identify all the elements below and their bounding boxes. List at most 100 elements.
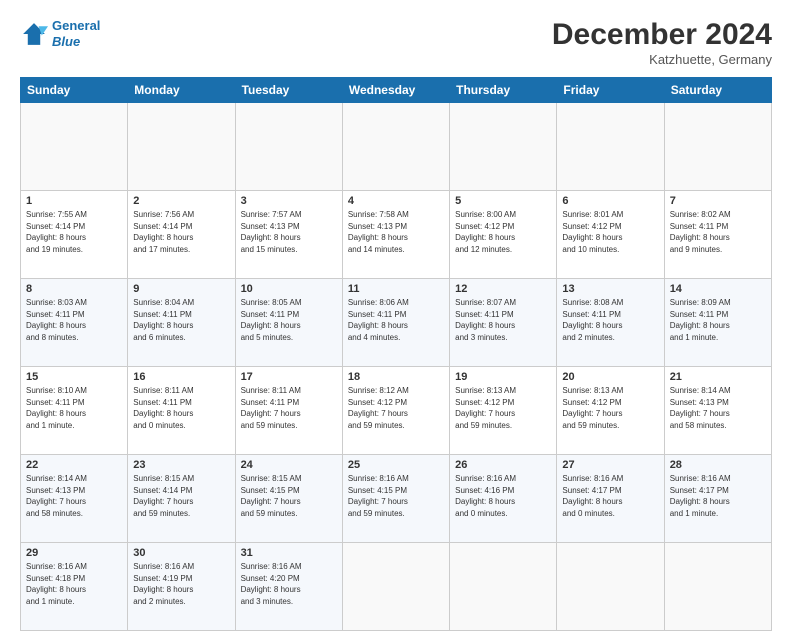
day-number: 13: [562, 283, 658, 295]
day-info: Sunrise: 8:03 AM Sunset: 4:11 PM Dayligh…: [26, 297, 122, 343]
table-row: [342, 103, 449, 191]
table-row: 25 Sunrise: 8:16 AM Sunset: 4:15 PM Dayli…: [342, 455, 449, 543]
table-row: 31Sunrise: 8:16 AM Sunset: 4:20 PM Dayli…: [235, 543, 342, 631]
header-monday: Monday: [128, 78, 235, 103]
table-row: 19Sunrise: 8:13 AM Sunset: 4:12 PM Dayli…: [450, 367, 557, 455]
day-number: 2: [133, 195, 229, 207]
day-info: Sunrise: 8:14 AM Sunset: 4:13 PM Dayligh…: [26, 473, 122, 519]
day-number: 19: [455, 371, 551, 383]
table-row: 26 Sunrise: 8:16 AM Sunset: 4:16 PM Dayli…: [450, 455, 557, 543]
day-number: 27: [562, 459, 658, 471]
day-info: Sunrise: 8:04 AM Sunset: 4:11 PM Dayligh…: [133, 297, 229, 343]
day-number: 21: [670, 371, 766, 383]
day-number: 28: [670, 459, 766, 471]
day-number: 24: [241, 459, 337, 471]
table-row: 4Sunrise: 7:58 AM Sunset: 4:13 PM Daylig…: [342, 191, 449, 279]
table-row: 22 Sunrise: 8:14 AM Sunset: 4:13 PM Dayli…: [21, 455, 128, 543]
table-row: 17 Sunrise: 8:11 AM Sunset: 4:11 PM Dayli…: [235, 367, 342, 455]
table-row: [235, 103, 342, 191]
day-number: 1: [26, 195, 122, 207]
day-info: Sunrise: 8:08 AM Sunset: 4:11 PM Dayligh…: [562, 297, 658, 343]
table-row: 2 Sunrise: 7:56 AM Sunset: 4:14 PM Daylig…: [128, 191, 235, 279]
calendar-week-row: 15 Sunrise: 8:10 AM Sunset: 4:11 PM Dayli…: [21, 367, 772, 455]
day-info: Sunrise: 8:05 AM Sunset: 4:11 PM Dayligh…: [241, 297, 337, 343]
table-row: 21 Sunrise: 8:14 AM Sunset: 4:13 PM Dayli…: [664, 367, 771, 455]
day-info: Sunrise: 8:15 AM Sunset: 4:15 PM Dayligh…: [241, 473, 337, 519]
table-row: 16Sunrise: 8:11 AM Sunset: 4:11 PM Dayli…: [128, 367, 235, 455]
day-info: Sunrise: 8:11 AM Sunset: 4:11 PM Dayligh…: [133, 385, 229, 431]
table-row: 20 Sunrise: 8:13 AM Sunset: 4:12 PM Dayli…: [557, 367, 664, 455]
day-number: 17: [241, 371, 337, 383]
table-row: 27 Sunrise: 8:16 AM Sunset: 4:17 PM Dayli…: [557, 455, 664, 543]
table-row: [450, 543, 557, 631]
day-info: Sunrise: 8:16 AM Sunset: 4:17 PM Dayligh…: [562, 473, 658, 519]
table-row: 1Sunrise: 7:55 AM Sunset: 4:14 PM Daylig…: [21, 191, 128, 279]
table-row: 3Sunrise: 7:57 AM Sunset: 4:13 PM Daylig…: [235, 191, 342, 279]
day-info: Sunrise: 7:58 AM Sunset: 4:13 PM Dayligh…: [348, 209, 444, 255]
table-row: [664, 543, 771, 631]
table-row: [557, 543, 664, 631]
day-number: 14: [670, 283, 766, 295]
logo-icon: [20, 20, 48, 48]
day-number: 25: [348, 459, 444, 471]
day-number: 9: [133, 283, 229, 295]
day-number: 31: [241, 547, 337, 559]
day-number: 22: [26, 459, 122, 471]
day-number: 15: [26, 371, 122, 383]
day-headers: Sunday Monday Tuesday Wednesday Thursday…: [21, 78, 772, 103]
calendar-week-row: 29 Sunrise: 8:16 AM Sunset: 4:18 PM Dayli…: [21, 543, 772, 631]
header-sunday: Sunday: [21, 78, 128, 103]
header-tuesday: Tuesday: [235, 78, 342, 103]
day-info: Sunrise: 8:01 AM Sunset: 4:12 PM Dayligh…: [562, 209, 658, 255]
calendar-week-row: 1Sunrise: 7:55 AM Sunset: 4:14 PM Daylig…: [21, 191, 772, 279]
header-wednesday: Wednesday: [342, 78, 449, 103]
day-number: 29: [26, 547, 122, 559]
day-info: Sunrise: 8:16 AM Sunset: 4:15 PM Dayligh…: [348, 473, 444, 519]
table-row: 6 Sunrise: 8:01 AM Sunset: 4:12 PM Daylig…: [557, 191, 664, 279]
table-row: 5 Sunrise: 8:00 AM Sunset: 4:12 PM Daylig…: [450, 191, 557, 279]
table-row: 9 Sunrise: 8:04 AM Sunset: 4:11 PM Daylig…: [128, 279, 235, 367]
header: General Blue December 2024 Katzhuette, G…: [20, 18, 772, 67]
day-number: 6: [562, 195, 658, 207]
day-info: Sunrise: 8:11 AM Sunset: 4:11 PM Dayligh…: [241, 385, 337, 431]
table-row: [21, 103, 128, 191]
day-info: Sunrise: 8:12 AM Sunset: 4:12 PM Dayligh…: [348, 385, 444, 431]
table-row: 8Sunrise: 8:03 AM Sunset: 4:11 PM Daylig…: [21, 279, 128, 367]
header-saturday: Saturday: [664, 78, 771, 103]
day-number: 30: [133, 547, 229, 559]
day-number: 5: [455, 195, 551, 207]
day-number: 7: [670, 195, 766, 207]
logo: General Blue: [20, 18, 100, 49]
day-info: Sunrise: 8:14 AM Sunset: 4:13 PM Dayligh…: [670, 385, 766, 431]
table-row: 23 Sunrise: 8:15 AM Sunset: 4:14 PM Dayli…: [128, 455, 235, 543]
table-row: 11 Sunrise: 8:06 AM Sunset: 4:11 PM Dayli…: [342, 279, 449, 367]
location: Katzhuette, Germany: [552, 52, 772, 67]
day-number: 20: [562, 371, 658, 383]
day-number: 23: [133, 459, 229, 471]
day-info: Sunrise: 7:56 AM Sunset: 4:14 PM Dayligh…: [133, 209, 229, 255]
calendar-week-row: 22 Sunrise: 8:14 AM Sunset: 4:13 PM Dayli…: [21, 455, 772, 543]
table-row: 10Sunrise: 8:05 AM Sunset: 4:11 PM Dayli…: [235, 279, 342, 367]
month-title: December 2024: [552, 18, 772, 52]
day-info: Sunrise: 8:16 AM Sunset: 4:16 PM Dayligh…: [455, 473, 551, 519]
table-row: [557, 103, 664, 191]
calendar-week-row: 8Sunrise: 8:03 AM Sunset: 4:11 PM Daylig…: [21, 279, 772, 367]
table-row: 30 Sunrise: 8:16 AM Sunset: 4:19 PM Dayli…: [128, 543, 235, 631]
day-info: Sunrise: 8:16 AM Sunset: 4:18 PM Dayligh…: [26, 561, 122, 607]
day-number: 26: [455, 459, 551, 471]
day-number: 3: [241, 195, 337, 207]
logo-blue: Blue: [52, 34, 80, 49]
day-info: Sunrise: 8:16 AM Sunset: 4:19 PM Dayligh…: [133, 561, 229, 607]
table-row: 7Sunrise: 8:02 AM Sunset: 4:11 PM Daylig…: [664, 191, 771, 279]
table-row: 18Sunrise: 8:12 AM Sunset: 4:12 PM Dayli…: [342, 367, 449, 455]
table-row: 28Sunrise: 8:16 AM Sunset: 4:17 PM Dayli…: [664, 455, 771, 543]
day-info: Sunrise: 8:10 AM Sunset: 4:11 PM Dayligh…: [26, 385, 122, 431]
day-info: Sunrise: 8:13 AM Sunset: 4:12 PM Dayligh…: [562, 385, 658, 431]
day-info: Sunrise: 8:00 AM Sunset: 4:12 PM Dayligh…: [455, 209, 551, 255]
day-number: 11: [348, 283, 444, 295]
logo-text: General Blue: [52, 18, 100, 49]
day-info: Sunrise: 8:15 AM Sunset: 4:14 PM Dayligh…: [133, 473, 229, 519]
day-info: Sunrise: 8:06 AM Sunset: 4:11 PM Dayligh…: [348, 297, 444, 343]
table-row: 15 Sunrise: 8:10 AM Sunset: 4:11 PM Dayli…: [21, 367, 128, 455]
table-row: 12Sunrise: 8:07 AM Sunset: 4:11 PM Dayli…: [450, 279, 557, 367]
